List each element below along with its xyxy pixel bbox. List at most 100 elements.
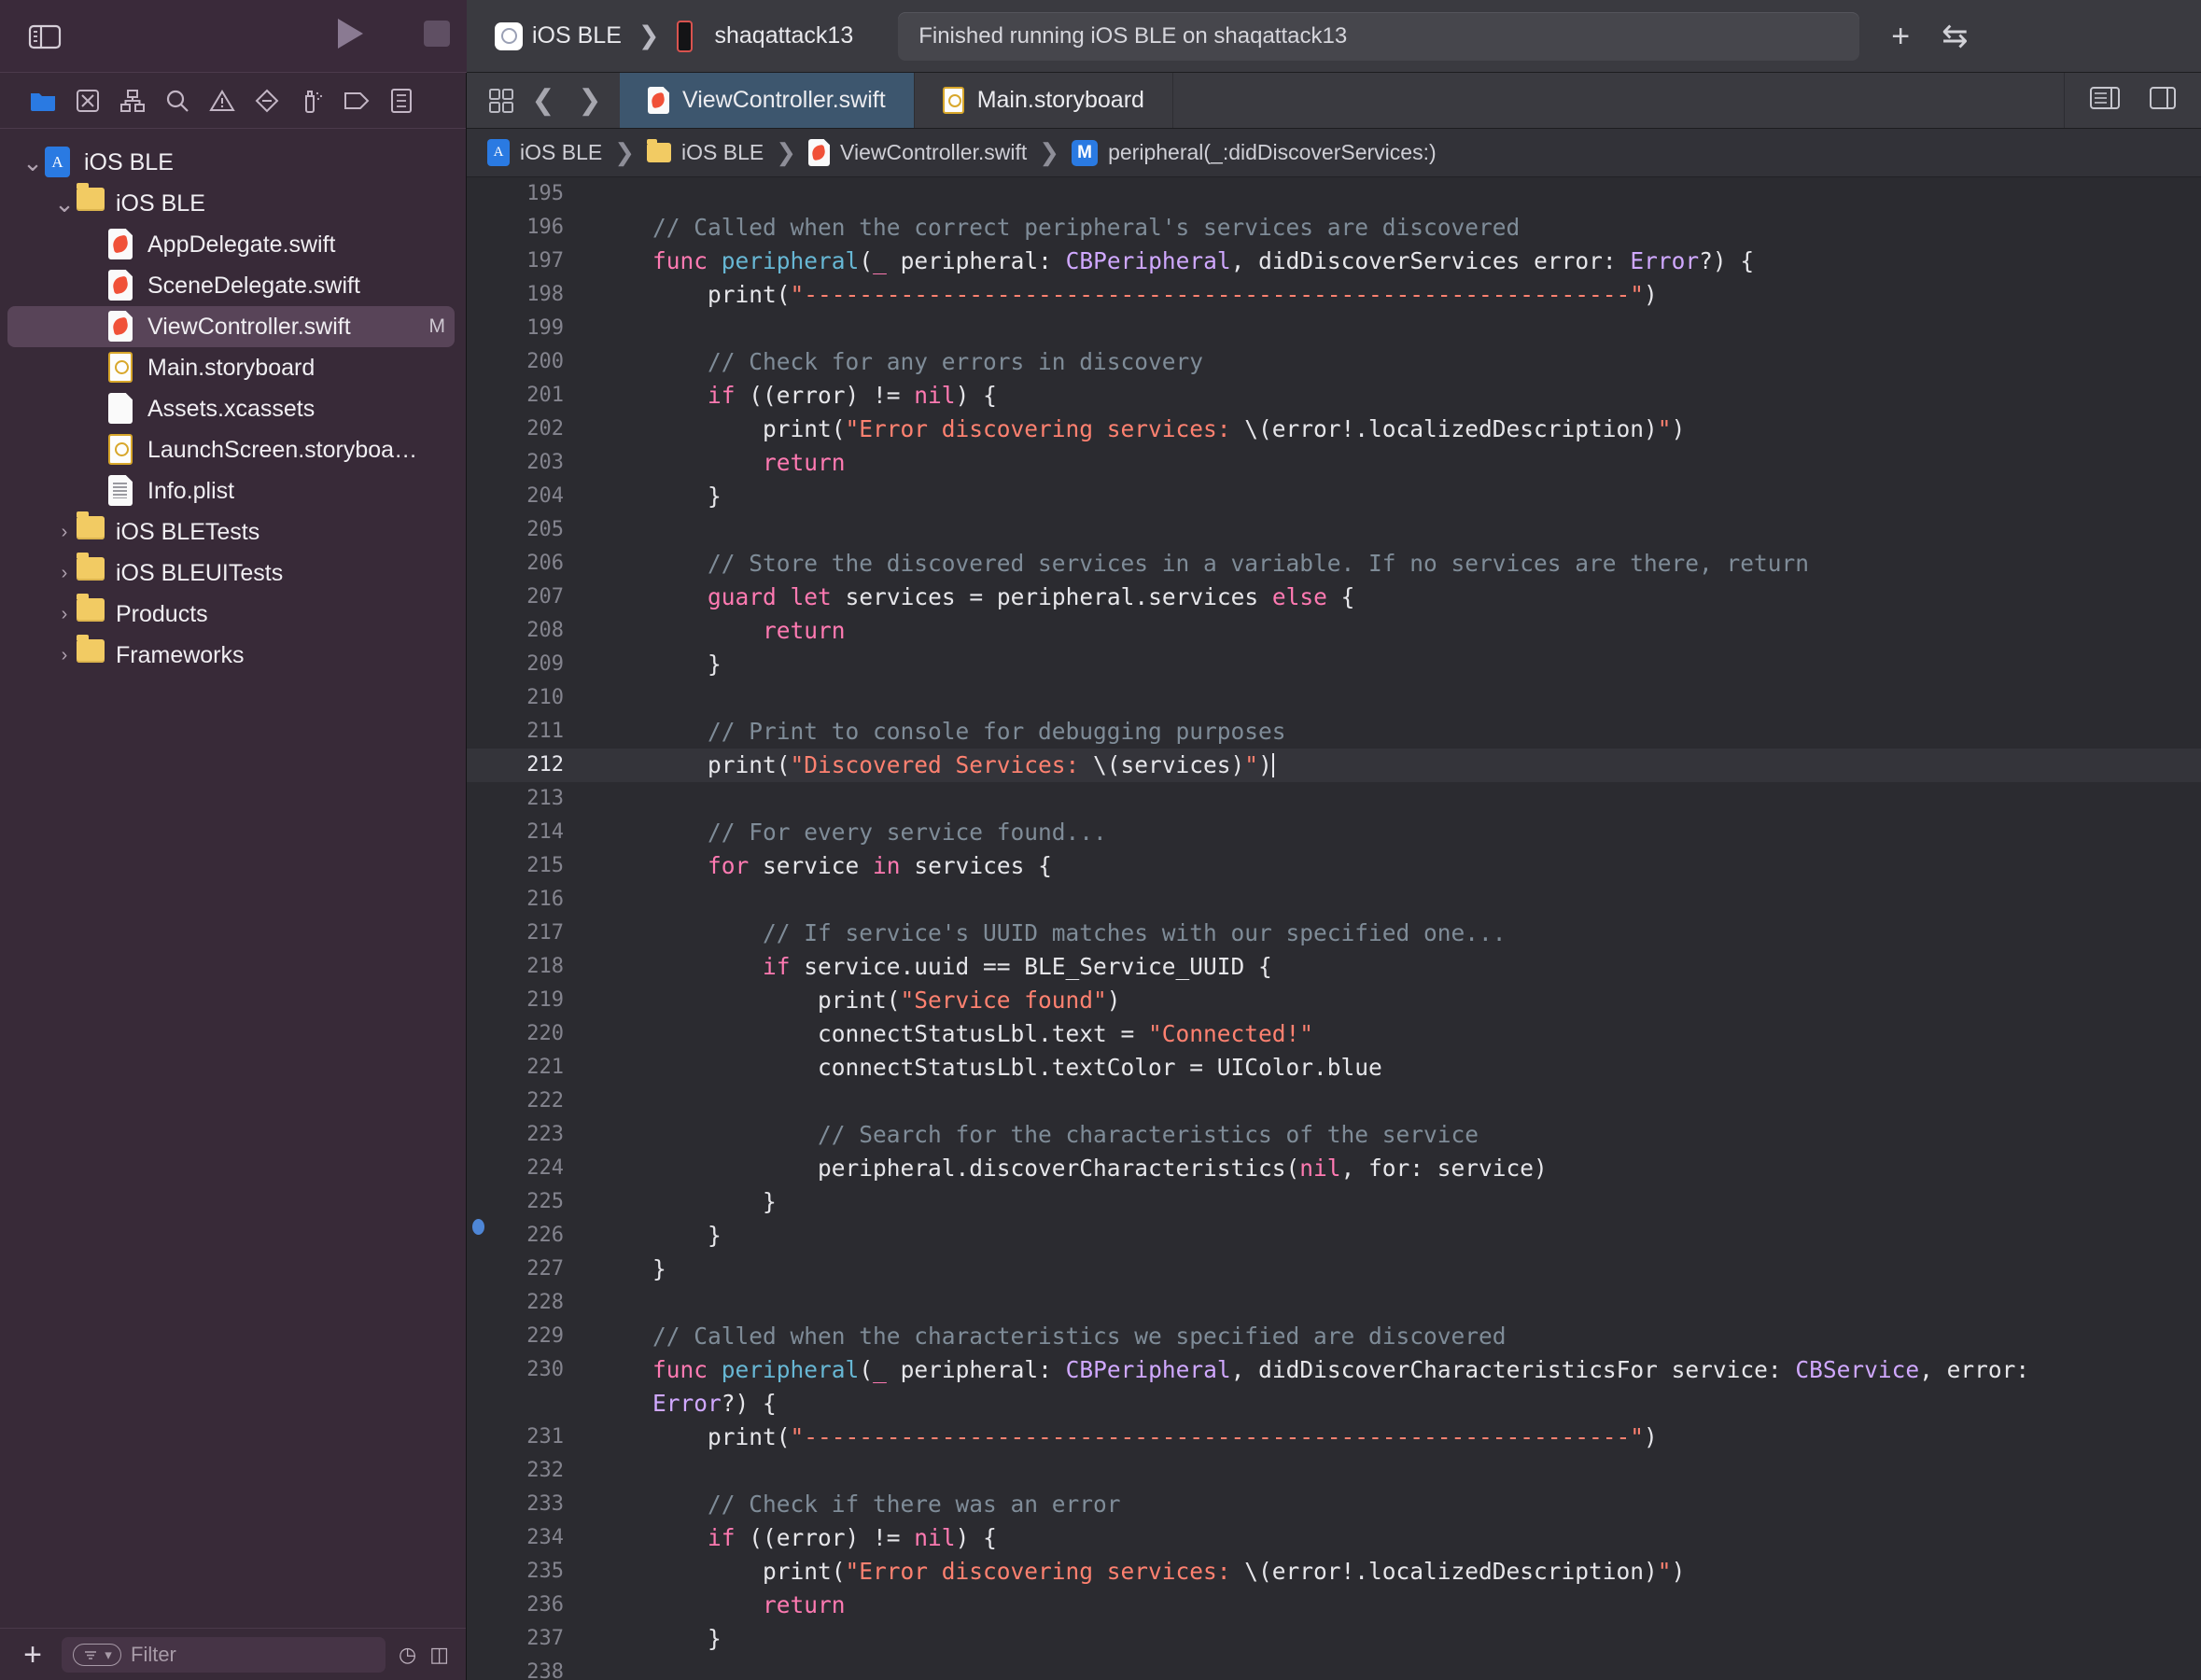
code-line[interactable]: 209 }	[467, 648, 2201, 681]
hierarchy-icon[interactable]	[110, 81, 155, 120]
breakpoint-marker-icon[interactable]	[472, 1219, 484, 1235]
code-line[interactable]: 201 if ((error) != nil) {	[467, 379, 2201, 413]
tab-viewcontroller-swift[interactable]: ViewController.swift	[620, 73, 915, 128]
code-text: // Print to console for debugging purpos…	[708, 718, 1286, 745]
code-line[interactable]: 216	[467, 883, 2201, 917]
tree-item-ios-bleuitests[interactable]: › iOS BLEUITests	[7, 553, 455, 594]
tree-item-assets-xcassets[interactable]: ›Assets.xcassets	[7, 388, 455, 429]
tree-item-main-storyboard[interactable]: ›Main.storyboard	[7, 347, 455, 388]
code-line[interactable]: 202 print("Error discovering services: \…	[467, 413, 2201, 446]
tree-item-info-plist[interactable]: ›Info.plist	[7, 470, 455, 511]
tag-icon[interactable]	[334, 81, 379, 120]
chevron-down-icon[interactable]: ⌄	[21, 150, 45, 175]
code-line[interactable]: 198 print("-----------------------------…	[467, 278, 2201, 312]
code-line[interactable]: 225 }	[467, 1185, 2201, 1219]
tree-item-ios-ble[interactable]: ⌄ iOS BLE	[7, 142, 455, 183]
code-editor[interactable]: 195 196 // Called when the correct periph…	[467, 177, 2201, 1680]
code-line[interactable]: 224 peripheral.discoverCharacteristics(n…	[467, 1152, 2201, 1185]
code-line[interactable]: 211 // Print to console for debugging pu…	[467, 715, 2201, 749]
code-line[interactable]: 228	[467, 1286, 2201, 1320]
stop-square-icon[interactable]	[422, 19, 452, 53]
breadcrumb-item-1[interactable]: iOS BLE	[647, 139, 764, 165]
code-line[interactable]: 221 connectStatusLbl.textColor = UIColor…	[467, 1051, 2201, 1085]
chevron-left-icon[interactable]: ❮	[523, 84, 564, 117]
code-line[interactable]: 218 if service.uuid == BLE_Service_UUID …	[467, 950, 2201, 984]
chevron-right-icon[interactable]: ›	[52, 522, 77, 543]
code-line[interactable]: 234 if ((error) != nil) {	[467, 1521, 2201, 1555]
code-line[interactable]: 232	[467, 1454, 2201, 1488]
line-number: 214	[526, 820, 564, 844]
code-line[interactable]: 205	[467, 513, 2201, 547]
code-line[interactable]: 229 // Called when the characteristics w…	[467, 1320, 2201, 1353]
code-line[interactable]: 203 return	[467, 446, 2201, 480]
code-line[interactable]: 206 // Store the discovered services in …	[467, 547, 2201, 581]
activity-status-bar[interactable]: Finished running iOS BLE on shaqattack13	[898, 11, 1860, 61]
code-line[interactable]: 204 }	[467, 480, 2201, 513]
code-line[interactable]: 236 return	[467, 1589, 2201, 1622]
code-line[interactable]: 227 }	[467, 1253, 2201, 1286]
code-line[interactable]: 212 print("Discovered Services: \(servic…	[467, 749, 2201, 782]
code-line[interactable]: 208 return	[467, 614, 2201, 648]
code-line[interactable]: 233 // Check if there was an error	[467, 1488, 2201, 1521]
spray-bottle-icon[interactable]	[289, 81, 334, 120]
chevron-right-icon[interactable]: ›	[52, 604, 77, 625]
breadcrumb-item-3[interactable]: Mperipheral(_:didDiscoverServices:)	[1072, 139, 1437, 166]
code-line[interactable]: 210	[467, 681, 2201, 715]
code-line[interactable]: 196 // Called when the correct periphera…	[467, 211, 2201, 245]
tree-item-viewcontroller-swift[interactable]: ›ViewController.swiftM	[7, 306, 455, 347]
chevron-right-icon[interactable]: ❯	[569, 84, 610, 117]
source-control-icon[interactable]	[65, 81, 110, 120]
code-line[interactable]: 220 connectStatusLbl.text = "Connected!"	[467, 1017, 2201, 1051]
tab-main-storyboard[interactable]: Main.storyboard	[915, 73, 1173, 128]
grid-squares-icon[interactable]	[485, 85, 517, 117]
chevron-down-icon[interactable]: ⌄	[52, 191, 77, 216]
code-line[interactable]: 213	[467, 782, 2201, 816]
right-sidebar-icon[interactable]	[2149, 85, 2177, 116]
sidebar-left-icon[interactable]	[26, 21, 63, 51]
filter-input[interactable]: ▾ Filter	[62, 1636, 386, 1673]
code-line[interactable]: 214 // For every service found...	[467, 816, 2201, 849]
plus-icon[interactable]: +	[17, 1639, 49, 1671]
diamond-minus-icon[interactable]	[245, 81, 289, 120]
left-right-arrows-icon[interactable]: ⇆	[1942, 21, 1969, 52]
code-line[interactable]: 223 // Search for the characteristics of…	[467, 1118, 2201, 1152]
plus-icon[interactable]: +	[1891, 21, 1910, 52]
code-line[interactable]: 238	[467, 1656, 2201, 1680]
chevron-right-icon[interactable]: ›	[52, 563, 77, 584]
code-line[interactable]: 199	[467, 312, 2201, 345]
code-line[interactable]: 235 print("Error discovering services: \…	[467, 1555, 2201, 1589]
folder-icon[interactable]	[21, 81, 65, 120]
tree-item-launchscreen-storyboa[interactable]: ›LaunchScreen.storyboa…	[7, 429, 455, 470]
code-line[interactable]: 219 print("Service found")	[467, 984, 2201, 1017]
code-line[interactable]: 195	[467, 177, 2201, 211]
tree-item-products[interactable]: › Products	[7, 594, 455, 635]
code-line[interactable]: 215 for service in services {	[467, 849, 2201, 883]
warning-triangle-icon[interactable]	[200, 81, 245, 120]
code-line[interactable]: 222	[467, 1085, 2201, 1118]
chevron-right-icon[interactable]: ›	[52, 645, 77, 666]
scheme-selector[interactable]: iOS BLE ❯ shaqattack13	[495, 20, 853, 52]
breadcrumb-item-0[interactable]: iOS BLE	[487, 139, 602, 166]
code-line[interactable]: 230 func peripheral(_ peripheral: CBPeri…	[467, 1353, 2201, 1421]
code-line[interactable]: 237 }	[467, 1622, 2201, 1656]
search-icon[interactable]	[155, 81, 200, 120]
code-line[interactable]: 200 // Check for any errors in discovery	[467, 345, 2201, 379]
tree-item-ios-ble[interactable]: ⌄ iOS BLE	[7, 183, 455, 224]
clock-icon[interactable]: ◷	[399, 1643, 416, 1667]
inspector-panel-icon[interactable]	[2089, 85, 2121, 116]
panel-icon[interactable]: ◫	[429, 1643, 449, 1667]
tree-item-scenedelegate-swift[interactable]: ›SceneDelegate.swift	[7, 265, 455, 306]
code-line[interactable]: 231 print("-----------------------------…	[467, 1421, 2201, 1454]
code-line[interactable]: 226 }	[467, 1219, 2201, 1253]
line-number: 197	[526, 249, 564, 273]
breadcrumb-item-2[interactable]: ViewController.swift	[808, 139, 1027, 166]
tree-item-frameworks[interactable]: › Frameworks	[7, 635, 455, 676]
code-line[interactable]: 217 // If service's UUID matches with ou…	[467, 917, 2201, 950]
filter-lines-chevron-icon[interactable]: ▾	[73, 1643, 121, 1666]
tree-item-appdelegate-swift[interactable]: ›AppDelegate.swift	[7, 224, 455, 265]
tree-item-ios-bletests[interactable]: › iOS BLETests	[7, 511, 455, 553]
code-line[interactable]: 197 func peripheral(_ peripheral: CBPeri…	[467, 245, 2201, 278]
report-list-icon[interactable]	[379, 81, 424, 120]
play-triangle-icon[interactable]	[334, 16, 366, 56]
code-line[interactable]: 207 guard let services = peripheral.serv…	[467, 581, 2201, 614]
